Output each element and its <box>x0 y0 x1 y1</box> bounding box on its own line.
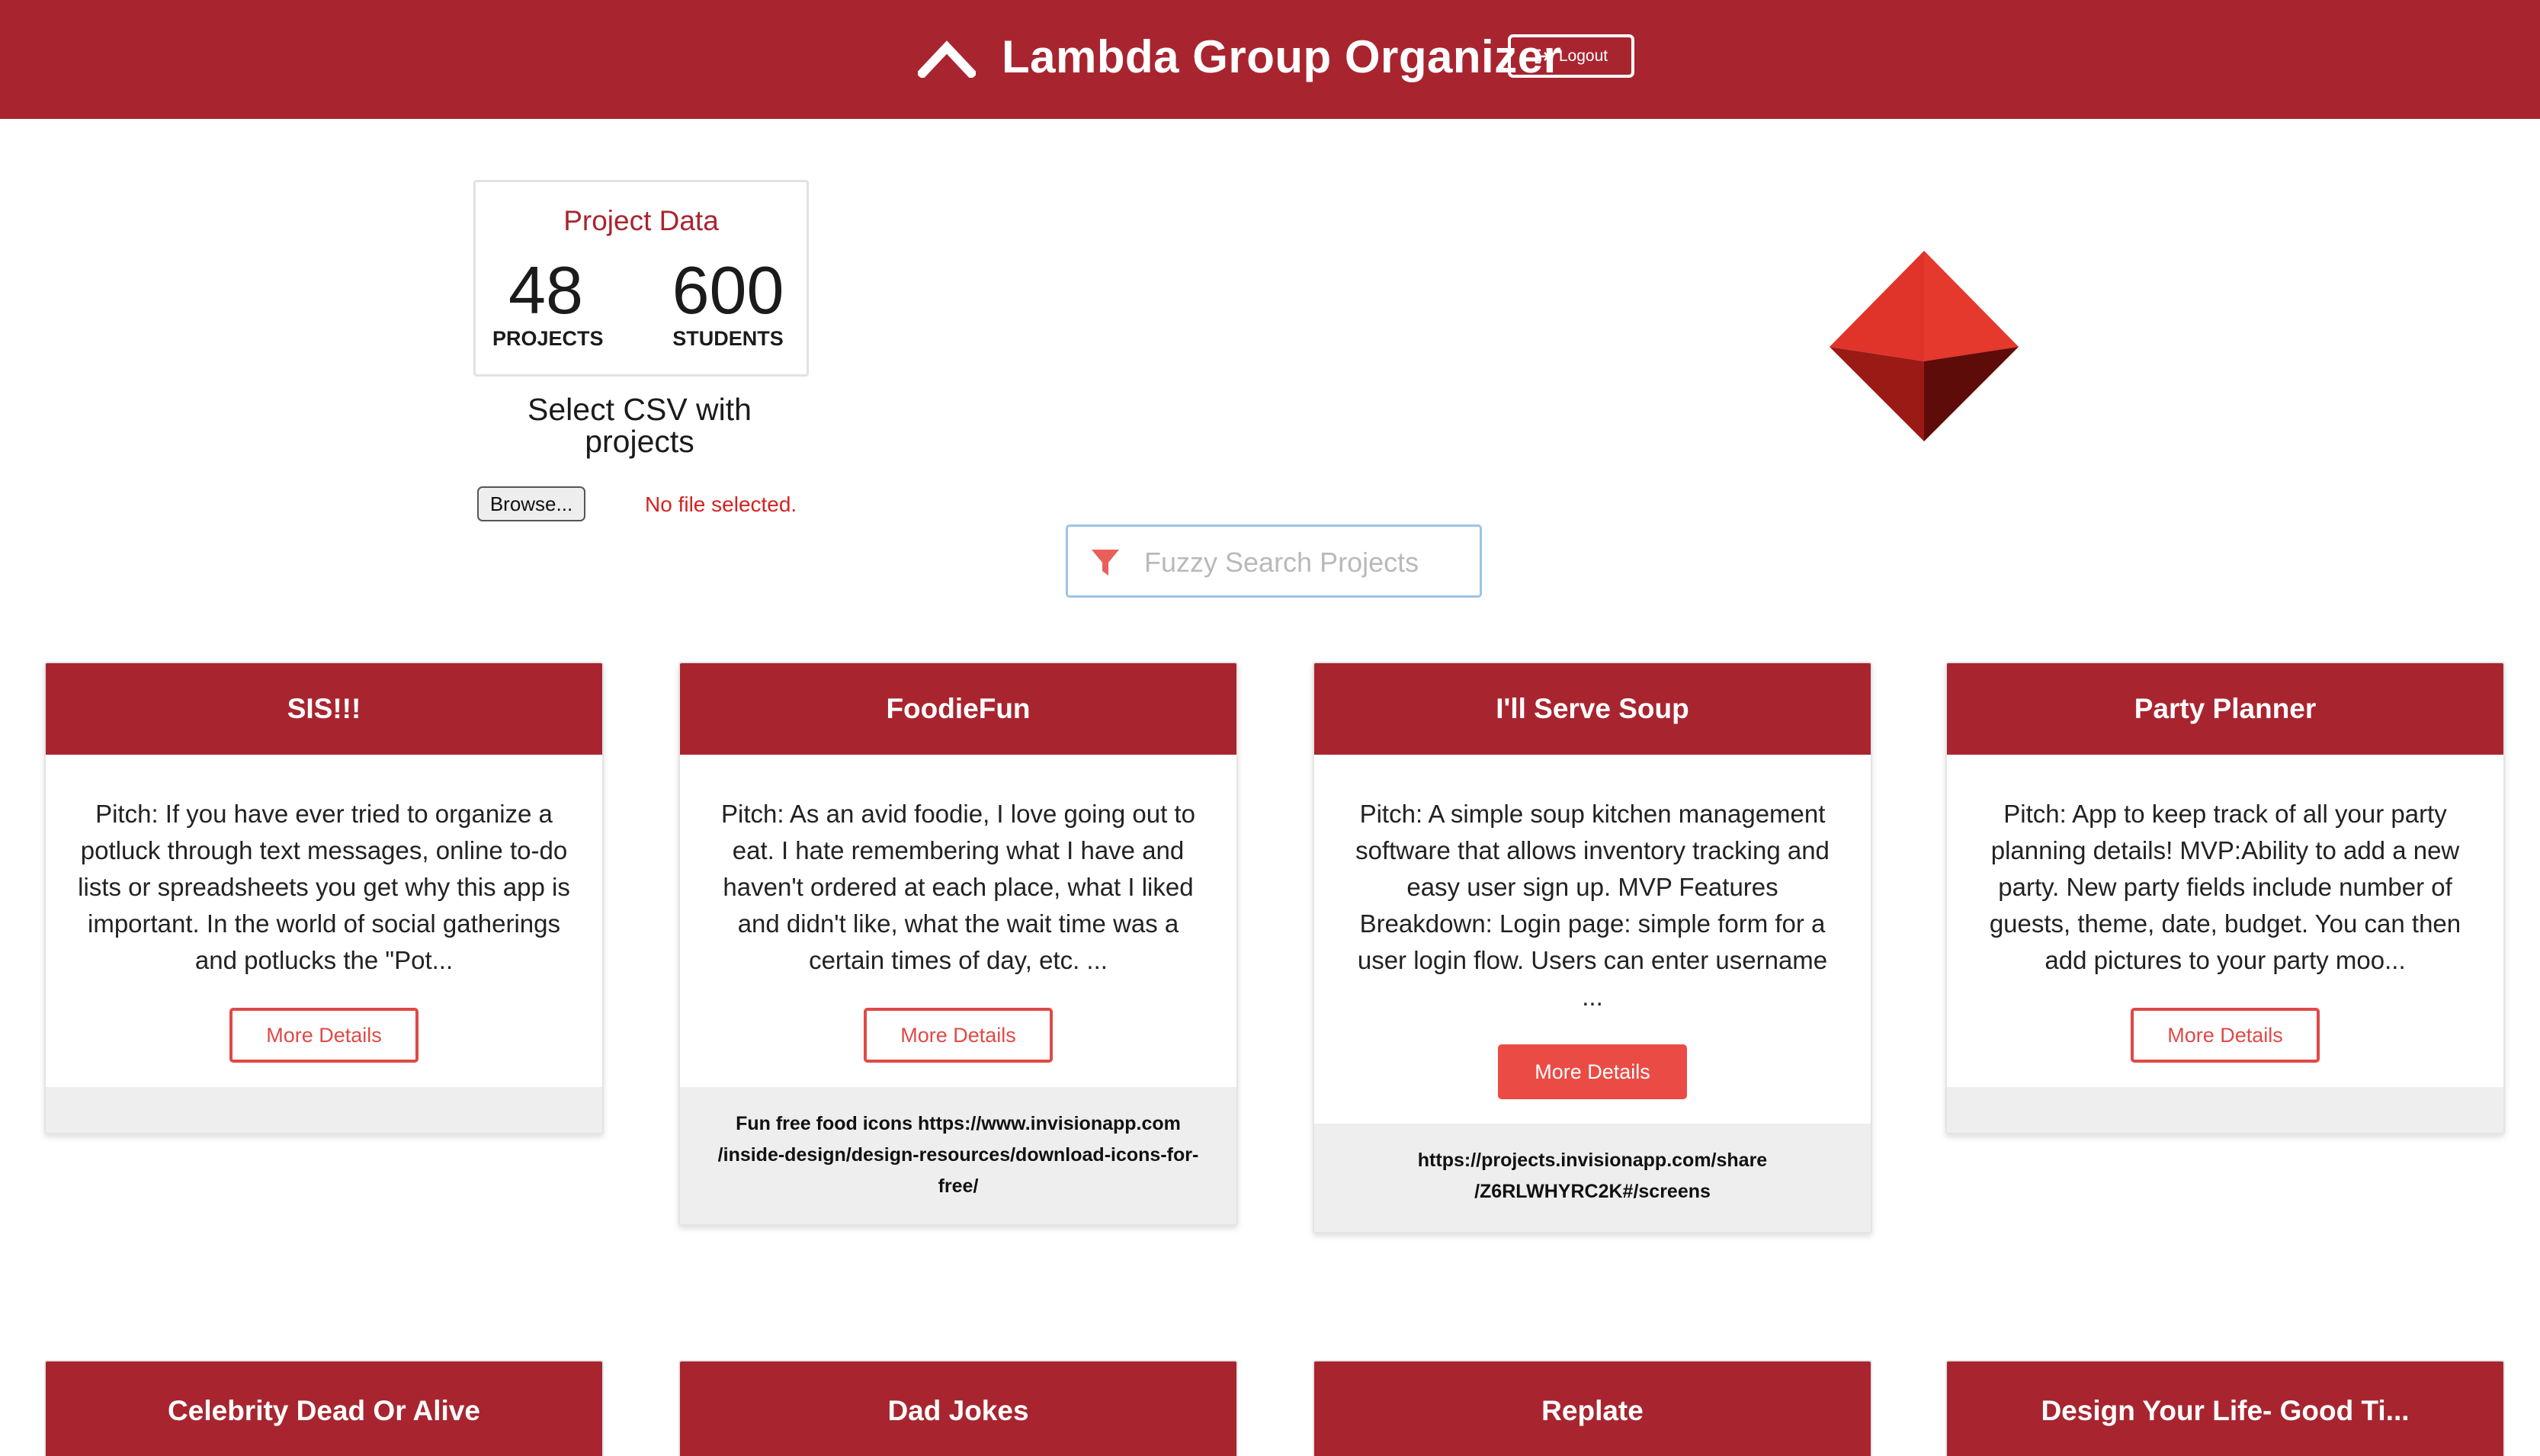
project-link[interactable]: Fun free food icons https://www.invision… <box>718 1113 1199 1197</box>
project-card: SIS!!! Pitch: If you have ever tried to … <box>44 662 604 1134</box>
project-card-footer <box>1947 1087 2503 1133</box>
project-card-title: I'll Serve Soup <box>1314 663 1871 755</box>
project-card: Replate <box>1313 1360 1872 1456</box>
project-card: FoodieFun Pitch: As an avid foodie, I lo… <box>678 662 1238 1226</box>
project-card-title: Replate <box>1314 1361 1871 1456</box>
project-card-title: Party Planner <box>1947 663 2503 755</box>
projects-count: 48 <box>508 252 583 328</box>
project-card: Celebrity Dead Or Alive <box>44 1360 604 1456</box>
search-placeholder: Fuzzy Search Projects <box>1144 547 1419 578</box>
project-pitch: Pitch: If you have ever tried to organiz… <box>78 800 570 974</box>
project-card-footer: https://projects.invisionapp.com/share /… <box>1314 1124 1871 1232</box>
projects-stat: 48 PROJECTS <box>492 252 604 351</box>
csv-upload-label: Select CSV with projects <box>528 392 752 459</box>
project-card-title: Dad Jokes <box>680 1361 1236 1456</box>
students-label: STUDENTS <box>672 327 784 350</box>
students-stat: 600 STUDENTS <box>660 255 796 351</box>
sign-out-icon <box>1535 49 1550 63</box>
project-pitch: Pitch: A simple soup kitchen management … <box>1355 800 1830 1011</box>
projects-label: PROJECTS <box>492 327 604 350</box>
project-card-title: Design Your Life- Good Ti... <box>1947 1361 2503 1456</box>
logout-button[interactable]: Logout <box>1508 34 1634 78</box>
search-input[interactable]: Fuzzy Search Projects <box>1066 524 1482 598</box>
logout-label: Logout <box>1558 47 1608 65</box>
file-status-text: No file selected. <box>645 492 797 516</box>
app-header: Lambda Group Organizer Logout <box>0 0 2540 119</box>
browse-file-button[interactable]: Browse... <box>477 486 585 521</box>
project-card: I'll Serve Soup Pitch: A simple soup kit… <box>1313 662 1872 1233</box>
project-pitch: Pitch: App to keep track of all your par… <box>1989 800 2461 974</box>
students-count: 600 <box>672 252 784 328</box>
more-details-button[interactable]: More Details <box>1498 1044 1687 1099</box>
project-card-title: Celebrity Dead Or Alive <box>46 1361 602 1456</box>
octahedron-logo <box>1830 251 2019 441</box>
project-card-title: FoodieFun <box>680 663 1236 755</box>
app-title: Lambda Group Organizer <box>1002 31 1562 82</box>
project-card-title: SIS!!! <box>46 663 602 755</box>
project-link[interactable]: https://projects.invisionapp.com/share /… <box>1418 1150 1767 1202</box>
project-card: Design Your Life- Good Ti... <box>1945 1360 2505 1456</box>
project-data-card: Project Data 48 PROJECTS 600 STUDENTS <box>473 180 809 377</box>
project-card-footer: Fun free food icons https://www.invision… <box>680 1087 1236 1224</box>
project-card-footer <box>46 1087 602 1133</box>
project-data-title: Project Data <box>563 205 719 236</box>
project-pitch: Pitch: As an avid foodie, I love going o… <box>721 800 1195 974</box>
more-details-button[interactable]: More Details <box>2131 1008 2320 1063</box>
more-details-button[interactable]: More Details <box>864 1008 1053 1063</box>
project-card: Dad Jokes <box>678 1360 1238 1456</box>
chevron-up-icon[interactable] <box>918 40 976 78</box>
project-card: Party Planner Pitch: App to keep track o… <box>1945 662 2505 1134</box>
filter-icon <box>1092 550 1119 576</box>
more-details-button[interactable]: More Details <box>229 1008 419 1063</box>
